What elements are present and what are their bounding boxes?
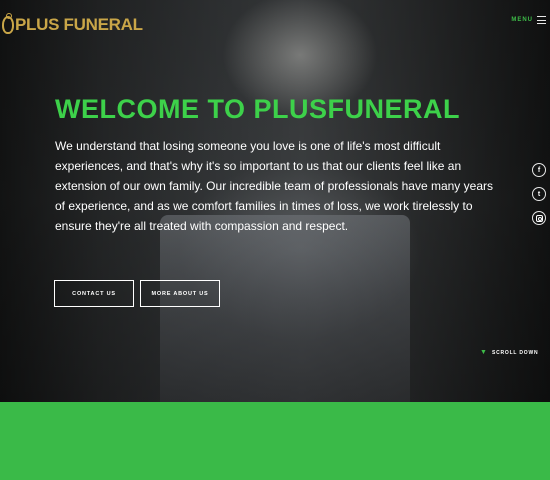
hamburger-icon [537,16,546,24]
facebook-icon[interactable]: f [532,163,546,177]
green-section-band [0,402,550,480]
instagram-glyph [535,214,543,222]
scroll-down-link[interactable]: ▼ SCROLL DOWN [480,349,538,356]
logo-mark-icon [2,13,14,34]
facebook-glyph: f [537,166,541,174]
intro-paragraph: We understand that losing someone you lo… [55,139,493,233]
chevron-down-icon: ▼ [480,349,487,356]
social-links: f t [532,163,546,225]
contact-us-button[interactable]: CONTACT US [54,280,134,307]
page-title: WELCOME TO PLUSFUNERAL [55,94,460,124]
logo-text: PLUS FUNERAL [15,15,143,34]
twitter-icon[interactable]: t [532,187,546,201]
menu-button[interactable]: MENU [511,16,546,24]
more-about-us-button[interactable]: MORE ABOUT US [140,280,220,307]
site-logo[interactable]: PLUS FUNERAL [2,13,143,36]
instagram-icon[interactable] [532,211,546,225]
menu-label: MENU [511,17,533,23]
twitter-glyph: t [537,190,541,198]
scroll-down-label: SCROLL DOWN [491,349,539,356]
